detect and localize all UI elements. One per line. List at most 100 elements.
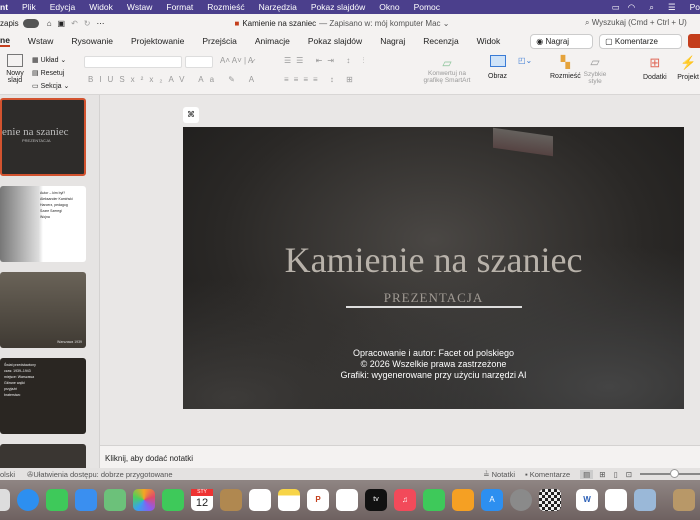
menu-tools[interactable]: Narzędzia (259, 2, 297, 12)
tab-animations[interactable]: Animacje (255, 36, 290, 46)
tab-design[interactable]: Projektowanie (131, 36, 184, 46)
slide-sorter-icon[interactable]: ⊞ (599, 470, 605, 479)
menu-slideshow[interactable]: Pokaz slajdów (311, 2, 365, 12)
shapes-icon[interactable]: ◰⌄ (518, 56, 532, 65)
control-center-icon[interactable]: ☰ (668, 2, 676, 13)
redo-icon[interactable]: ↻ (84, 19, 91, 28)
menu-arrange[interactable]: Rozmieść (207, 2, 244, 12)
home-icon[interactable]: ⌂ (47, 19, 52, 28)
numbers-icon[interactable] (423, 489, 445, 511)
record-button[interactable]: ◉ Nagraj (530, 33, 594, 49)
section-button[interactable]: ▭ Sekcja ⌄ (32, 80, 69, 93)
arrange-button[interactable]: ▚ Rozmieść (550, 55, 581, 80)
notes-pane[interactable]: Kliknij, aby dodać notatki (100, 445, 700, 468)
menu-insert[interactable]: Wstaw (127, 2, 153, 12)
thumbnail-slide-2[interactable]: Autor – kim był? Aleksander Kamiński Har… (0, 186, 86, 262)
pages-icon[interactable] (452, 489, 474, 511)
reminders-icon[interactable] (249, 489, 271, 511)
notes-app-icon[interactable] (278, 489, 300, 511)
more-icon[interactable]: ⋯ (97, 19, 105, 28)
comments-button[interactable]: ▢ Komentarze (599, 33, 682, 49)
app-store-icon[interactable]: A (481, 489, 503, 511)
menu-format[interactable]: Format (166, 2, 193, 12)
text-style-buttons[interactable]: BIUSx²x₂AV Aa ✎ A (88, 75, 260, 84)
undo-icon[interactable]: ↶ (71, 19, 78, 28)
notes-button[interactable]: ≟ Notatki (483, 470, 515, 479)
quick-styles-button[interactable]: ▱ Szybkie style (582, 55, 608, 85)
battery-icon[interactable]: ▭ (612, 2, 620, 13)
slide-title[interactable]: Kamienie na szaniec (183, 239, 684, 281)
menu-window[interactable]: Okno (379, 2, 399, 12)
accessibility-status[interactable]: Ułatwienia dostępu: dobrze przygotowane (33, 470, 172, 479)
menu-view[interactable]: Widok (89, 2, 113, 12)
thumbnail-slide-4[interactable]: Świat przedstawiony czas: 1939–1943 miej… (0, 358, 86, 434)
messages-icon[interactable] (46, 489, 68, 511)
save-icon[interactable]: ▣ (58, 19, 66, 28)
tab-transitions[interactable]: Przejścia (202, 36, 236, 46)
slide-thumbnails-panel[interactable]: enie na szaniec PREZENTACJA Autor – kim … (0, 95, 100, 520)
menu-file[interactable]: Plik (22, 2, 36, 12)
calendar-icon[interactable]: STY 12 (191, 489, 213, 511)
thumbnail-slide-3[interactable]: Warszawa 1939 (0, 272, 86, 348)
font-size-select[interactable] (185, 56, 213, 68)
slide-subtitle[interactable]: PREZENTACJA (183, 290, 684, 306)
chess-icon[interactable] (539, 489, 561, 511)
autosave-toggle[interactable] (22, 18, 39, 28)
tab-review[interactable]: Recenzja (423, 36, 458, 46)
tab-draw[interactable]: Rysowanie (71, 36, 113, 46)
save-status[interactable]: — Zapisano w: mój komputer Mac ⌄ (319, 19, 449, 28)
designer-ideas-icon[interactable]: ⌘ (183, 107, 199, 123)
layout-button[interactable]: ▦ Układ ⌄ (32, 54, 69, 67)
tv-icon[interactable]: tv (365, 489, 387, 511)
thumbnail-slide-1[interactable]: enie na szaniec PREZENTACJA (0, 98, 86, 176)
paragraph-buttons[interactable]: ☰☰ ⇤⇥ ↕ ⫶ (284, 56, 369, 66)
powerpoint-icon[interactable]: P (307, 489, 329, 511)
system-settings-icon[interactable] (510, 489, 532, 511)
wifi-icon[interactable]: ◠ (628, 2, 635, 13)
font-family-select[interactable] (84, 56, 182, 68)
contacts-icon[interactable] (220, 489, 242, 511)
normal-view-icon[interactable]: ▤ (580, 469, 594, 479)
share-button[interactable] (688, 34, 700, 48)
zoom-slider[interactable] (640, 469, 700, 478)
align-buttons[interactable]: ≡≡≡≡ ↕ ⊞ (284, 75, 358, 84)
facetime-icon[interactable] (162, 489, 184, 511)
preview-icon[interactable] (605, 489, 627, 511)
picture-button[interactable]: Obraz (488, 55, 507, 80)
image-capture-icon[interactable] (634, 489, 656, 511)
menu-edit[interactable]: Edycja (50, 2, 76, 12)
tab-slideshow[interactable]: Pokaz slajdów (308, 36, 362, 46)
slide-credits[interactable]: Opracowanie i autor: Facet od polskiego … (183, 348, 684, 381)
font-format-buttons[interactable]: A˄ A˅ | A̷ (220, 56, 253, 65)
maps-icon[interactable] (104, 489, 126, 511)
tab-view[interactable]: Widok (477, 36, 501, 46)
credits-copyright: © 2026 Wszelkie prawa zastrzeżone (360, 359, 507, 369)
slideshow-icon[interactable]: ⊡ (626, 470, 632, 479)
tab-record[interactable]: Nagraj (380, 36, 405, 46)
reset-button[interactable]: ▤ Resetuj (32, 67, 69, 80)
word-icon[interactable]: W (576, 489, 598, 511)
search-icon[interactable]: ⌕ (649, 2, 654, 13)
launchpad-icon[interactable] (0, 489, 10, 511)
slide-canvas[interactable]: Kamienie na szaniec PREZENTACJA Opracowa… (183, 127, 684, 409)
photos-icon[interactable] (133, 489, 155, 511)
mail-icon[interactable] (75, 489, 97, 511)
designer-button[interactable]: ⚡ Projekt (677, 55, 699, 81)
tab-insert[interactable]: Wstaw (28, 36, 54, 46)
reading-view-icon[interactable]: ▯ (614, 470, 618, 479)
smartart-button[interactable]: ▱ Konwertuj na grafikę SmartArt (422, 56, 472, 84)
language-status[interactable]: olski (0, 470, 15, 479)
comments-status-button[interactable]: ▪ Komentarze (525, 470, 570, 479)
safari-icon[interactable] (17, 489, 39, 511)
menu-help[interactable]: Pomoc (414, 2, 440, 12)
freeform-icon[interactable] (336, 489, 358, 511)
new-slide-button[interactable]: Nowy slajd (4, 54, 26, 84)
menu-app[interactable]: nt (0, 2, 8, 12)
menu-extra[interactable]: Po (690, 2, 700, 12)
search-input[interactable]: ⌕ Wyszukaj (Cmd + Ctrl + U) (585, 18, 700, 28)
tab-home[interactable]: ne (0, 35, 10, 47)
zoom-slider-thumb[interactable] (670, 469, 679, 478)
music-icon[interactable]: ♫ (394, 489, 416, 511)
photo-folder-icon[interactable] (673, 489, 695, 511)
addins-button[interactable]: ⊞ Dodatki (643, 55, 667, 81)
